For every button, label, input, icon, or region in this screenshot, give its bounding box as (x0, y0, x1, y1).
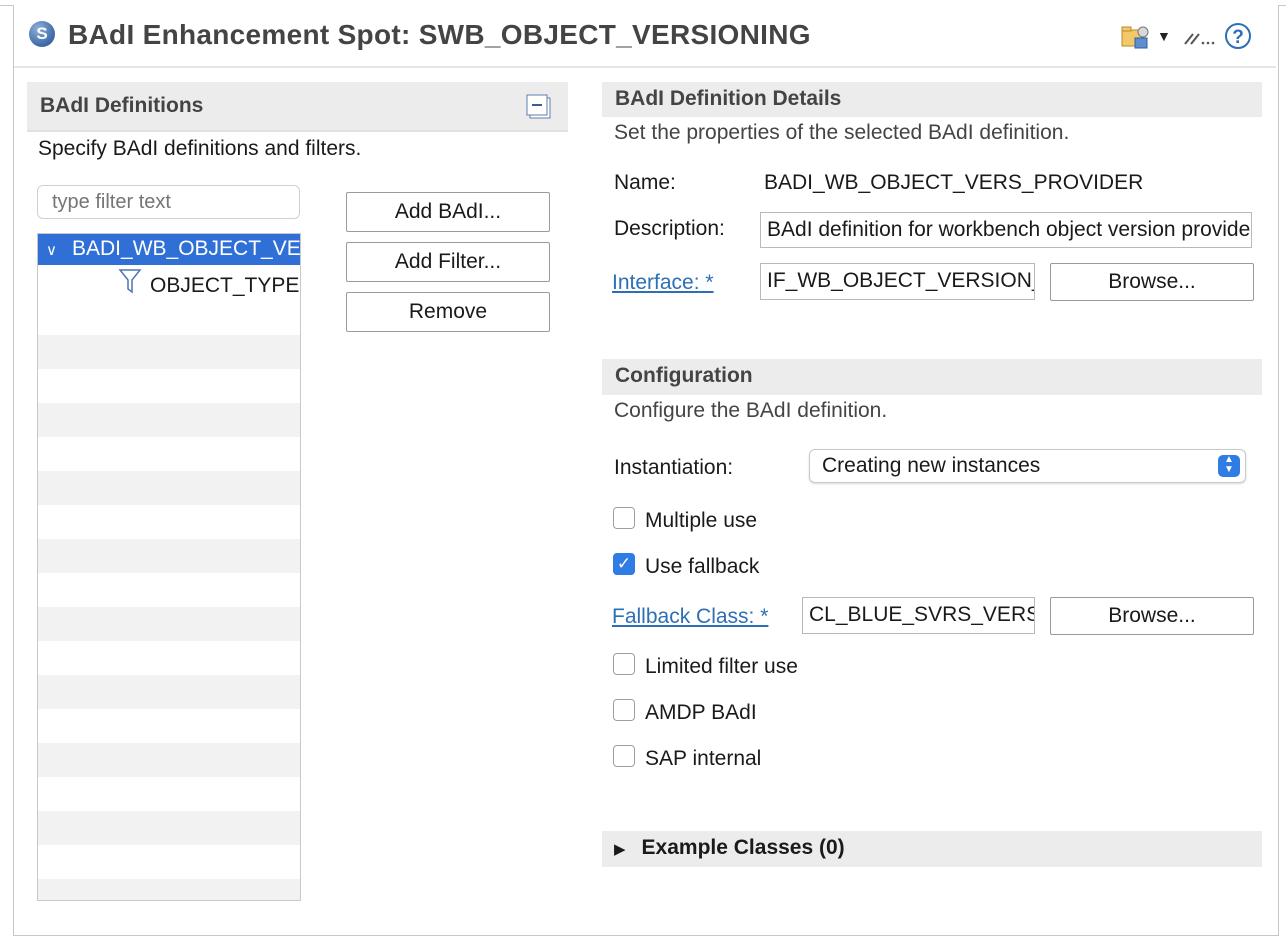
tree-item-label: OBJECT_TYPE (150, 273, 300, 297)
tree-stripe (38, 539, 300, 573)
amdp-badi-label: AMDP BAdI (645, 701, 757, 724)
configuration-section-title: Configuration (615, 364, 753, 387)
header-separator (14, 66, 1276, 68)
page-title: BAdI Enhancement Spot: SWB_OBJECT_VERSIO… (68, 19, 811, 50)
filter-icon (118, 267, 144, 301)
select-arrows-icon: ▲ ▼ (1218, 455, 1240, 477)
format-icon[interactable] (1183, 30, 1215, 48)
interface-field[interactable]: IF_WB_OBJECT_VERSION_PROVIDER (760, 263, 1035, 300)
tree-stripe (38, 403, 300, 437)
tree-stripe (38, 607, 300, 641)
interface-browse-button[interactable]: Browse... (1050, 263, 1254, 301)
tree-stripe (38, 811, 300, 845)
use-fallback-checkbox[interactable]: ✓ (613, 553, 635, 575)
add-badi-button[interactable]: Add BAdI... (346, 192, 550, 232)
interface-link[interactable]: Interface: * (612, 271, 714, 295)
multiple-use-checkbox[interactable] (613, 507, 635, 529)
tree-item-badi[interactable]: ∨BADI_WB_OBJECT_VERS_PROVIDER (38, 234, 300, 265)
help-icon[interactable]: ? (1225, 23, 1251, 49)
fallback-browse-button[interactable]: Browse... (1050, 597, 1254, 635)
instantiation-label: Instantiation: (614, 456, 734, 479)
add-filter-button[interactable]: Add Filter... (346, 242, 550, 282)
example-classes-title: Example Classes (0) (641, 836, 845, 859)
sap-internal-label: SAP internal (645, 747, 762, 770)
multiple-use-label: Multiple use (645, 509, 758, 532)
badi-definitions-section-header: BAdI Definitions (27, 82, 568, 132)
configuration-section-header: Configuration (602, 359, 1262, 395)
filter-input[interactable] (37, 185, 300, 219)
fallback-class-link[interactable]: Fallback Class: * (612, 605, 768, 629)
instantiation-value: Creating new instances (822, 454, 1041, 477)
sap-internal-checkbox[interactable] (613, 745, 635, 767)
fallback-class-field[interactable]: CL_BLUE_SVRS_VERSION_PROVIDER (802, 597, 1035, 634)
badi-definitions-section-title: BAdI Definitions (40, 94, 204, 117)
name-label: Name: (614, 171, 676, 194)
limited-filter-checkbox[interactable] (613, 653, 635, 675)
expand-arrow-icon[interactable]: ▶ (614, 841, 626, 858)
use-fallback-label: Use fallback (645, 555, 760, 578)
tree-stripe (38, 335, 300, 369)
spot-icon[interactable] (1121, 24, 1151, 50)
remove-button[interactable]: Remove (346, 292, 550, 332)
configuration-description: Configure the BAdI definition. (614, 399, 888, 422)
limited-filter-label: Limited filter use (645, 655, 798, 678)
badi-details-section-title: BAdI Definition Details (615, 87, 842, 110)
tree-stripe (38, 471, 300, 505)
tree-stripe (38, 879, 300, 900)
expand-chevron-icon[interactable]: ∨ (46, 236, 72, 265)
badi-details-section-header: BAdI Definition Details (602, 82, 1262, 117)
description-label: Description: (614, 217, 725, 240)
description-field[interactable]: BAdI definition for workbench object ver… (760, 212, 1252, 248)
tree-item-label: BADI_WB_OBJECT_VERS_PROVIDER (72, 237, 300, 260)
tree-stripe (38, 743, 300, 777)
enhancement-spot-icon: S (29, 21, 55, 47)
collapse-all-icon[interactable] (526, 94, 552, 120)
amdp-badi-checkbox[interactable] (613, 699, 635, 721)
tree-item-filter[interactable]: OBJECT_TYPE (38, 267, 300, 301)
tree-stripe (38, 675, 300, 709)
example-classes-section[interactable]: ▶ Example Classes (0) (602, 831, 1262, 867)
instantiation-select[interactable]: Creating new instances ▲ ▼ (809, 449, 1246, 483)
dropdown-arrow-icon[interactable]: ▼ (1157, 28, 1171, 44)
badi-definitions-description: Specify BAdI definitions and filters. (38, 137, 362, 160)
name-value: BADI_WB_OBJECT_VERS_PROVIDER (764, 171, 1144, 194)
badi-details-description: Set the properties of the selected BAdI … (614, 121, 1070, 144)
badi-tree[interactable]: ∨BADI_WB_OBJECT_VERS_PROVIDER OBJECT_TYP… (37, 233, 301, 901)
